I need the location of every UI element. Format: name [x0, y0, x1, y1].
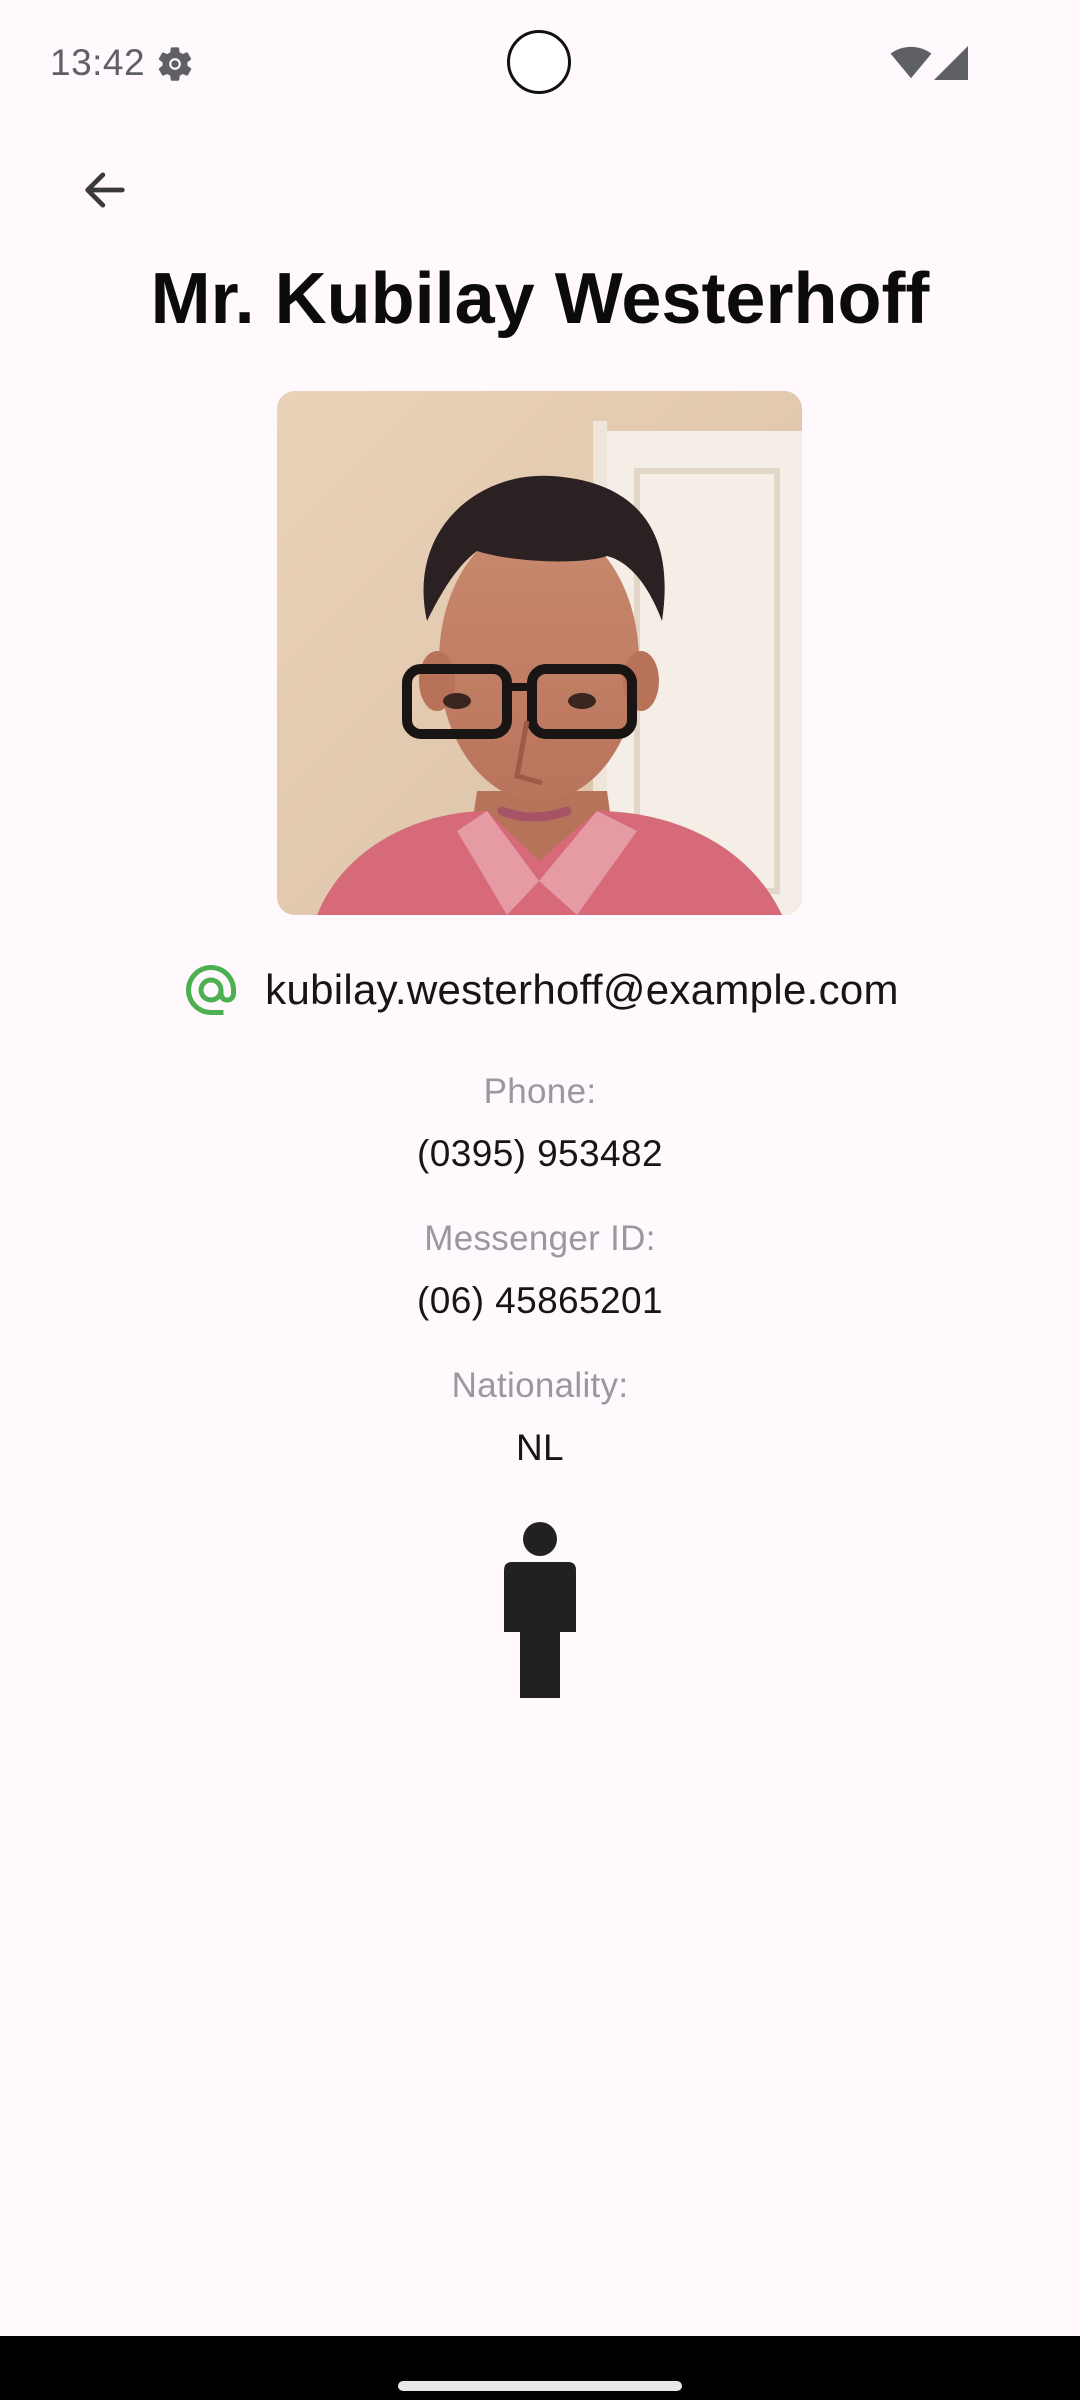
avatar-photo — [277, 391, 802, 915]
email-row[interactable]: kubilay.westerhoff@example.com — [0, 955, 1080, 1025]
back-button[interactable] — [60, 145, 150, 235]
home-gesture-handle[interactable] — [398, 2381, 682, 2391]
phone-value[interactable]: (0395) 953482 — [0, 1133, 1080, 1175]
status-time: 13:42 — [50, 42, 146, 83]
gear-icon — [158, 47, 192, 81]
contact-detail-screen: 13:42 Mr. Kubilay Westerhoff kubilay.wes… — [0, 0, 1080, 2400]
nationality-value: NL — [515, 1427, 565, 1468]
portrait-image — [277, 391, 802, 915]
email-text: kubilay.westerhoff@example.com — [265, 966, 899, 1013]
nationality-label: Nationality: — [451, 1366, 629, 1405]
messenger-label: Messenger ID: — [424, 1219, 656, 1258]
male-person-icon — [504, 1522, 576, 1698]
status-bar: 13:42 — [0, 0, 1080, 130]
arrow-back-icon — [85, 172, 125, 208]
messenger-value[interactable]: (06) 45865201 — [0, 1280, 1080, 1322]
phone-label: Phone: — [483, 1072, 597, 1111]
camera-cutout — [507, 30, 571, 94]
wifi-icon — [890, 46, 932, 79]
at-sign-icon — [186, 965, 237, 1015]
signal-icon — [934, 46, 968, 80]
page-title: Mr. Kubilay Westerhoff — [150, 259, 930, 339]
